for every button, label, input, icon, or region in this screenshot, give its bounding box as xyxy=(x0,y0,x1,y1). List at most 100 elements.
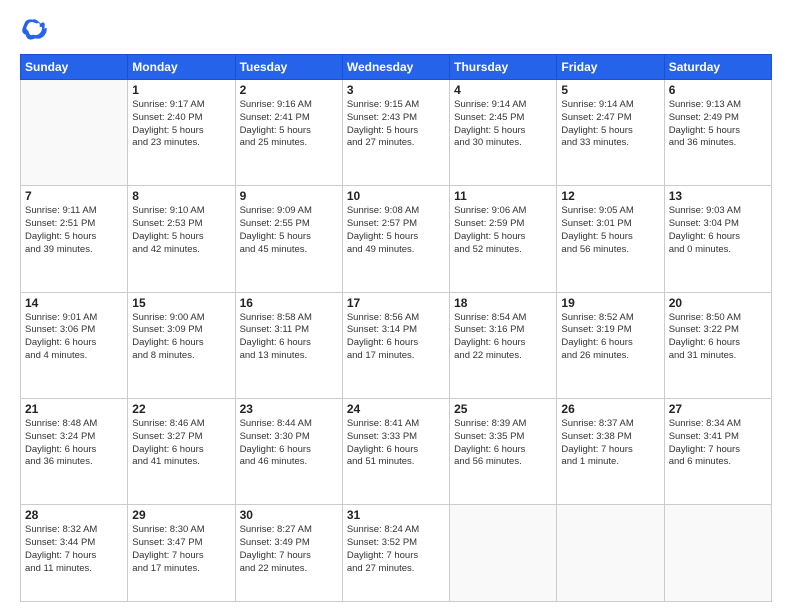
calendar-cell: 25 Sunrise: 8:39 AM Sunset: 3:35 PM Dayli… xyxy=(450,398,557,504)
calendar-cell: 13 Sunrise: 9:03 AM Sunset: 3:04 PM Dayli… xyxy=(664,186,771,292)
day-number: 23 xyxy=(240,402,338,416)
day-number: 13 xyxy=(669,189,767,203)
day-number: 16 xyxy=(240,296,338,310)
header-row: SundayMondayTuesdayWednesdayThursdayFrid… xyxy=(21,55,772,80)
calendar-cell: 23 Sunrise: 8:44 AM Sunset: 3:30 PM Dayli… xyxy=(235,398,342,504)
day-number: 28 xyxy=(25,508,123,522)
calendar-cell: 19 Sunrise: 8:52 AM Sunset: 3:19 PM Dayli… xyxy=(557,292,664,398)
day-number: 24 xyxy=(347,402,445,416)
day-number: 11 xyxy=(454,189,552,203)
calendar-cell xyxy=(557,505,664,602)
calendar-cell: 9 Sunrise: 9:09 AM Sunset: 2:55 PM Daylig… xyxy=(235,186,342,292)
day-header-monday: Monday xyxy=(128,55,235,80)
day-number: 17 xyxy=(347,296,445,310)
calendar-cell: 12Sunrise: 9:05 AM Sunset: 3:01 PM Dayli… xyxy=(557,186,664,292)
calendar-cell: 21 Sunrise: 8:48 AM Sunset: 3:24 PM Dayli… xyxy=(21,398,128,504)
calendar-cell: 27 Sunrise: 8:34 AM Sunset: 3:41 PM Dayli… xyxy=(664,398,771,504)
calendar-cell: 28 Sunrise: 8:32 AM Sunset: 3:44 PM Dayli… xyxy=(21,505,128,602)
day-info: Sunrise: 9:10 AM Sunset: 2:53 PM Dayligh… xyxy=(132,205,230,256)
calendar-cell: 7 Sunrise: 9:11 AM Sunset: 2:51 PM Daylig… xyxy=(21,186,128,292)
day-info: Sunrise: 8:44 AM Sunset: 3:30 PM Dayligh… xyxy=(240,418,338,469)
calendar-cell xyxy=(21,80,128,186)
day-info: Sunrise: 8:39 AM Sunset: 3:35 PM Dayligh… xyxy=(454,418,552,469)
logo-icon xyxy=(20,16,48,44)
day-header-sunday: Sunday xyxy=(21,55,128,80)
day-number: 1 xyxy=(132,83,230,97)
week-row-5: 28 Sunrise: 8:32 AM Sunset: 3:44 PM Dayli… xyxy=(21,505,772,602)
calendar-cell: 3Sunrise: 9:15 AM Sunset: 2:43 PM Daylig… xyxy=(342,80,449,186)
day-header-tuesday: Tuesday xyxy=(235,55,342,80)
day-number: 2 xyxy=(240,83,338,97)
week-row-1: 1 Sunrise: 9:17 AM Sunset: 2:40 PM Daylig… xyxy=(21,80,772,186)
day-info: Sunrise: 8:48 AM Sunset: 3:24 PM Dayligh… xyxy=(25,418,123,469)
day-info: Sunrise: 9:17 AM Sunset: 2:40 PM Dayligh… xyxy=(132,99,230,150)
calendar-cell: 16 Sunrise: 8:58 AM Sunset: 3:11 PM Dayli… xyxy=(235,292,342,398)
day-number: 9 xyxy=(240,189,338,203)
day-info: Sunrise: 8:24 AM Sunset: 3:52 PM Dayligh… xyxy=(347,524,445,575)
day-info: Sunrise: 9:13 AM Sunset: 2:49 PM Dayligh… xyxy=(669,99,767,150)
calendar-cell: 29Sunrise: 8:30 AM Sunset: 3:47 PM Dayli… xyxy=(128,505,235,602)
day-number: 14 xyxy=(25,296,123,310)
day-number: 6 xyxy=(669,83,767,97)
calendar-cell: 5 Sunrise: 9:14 AM Sunset: 2:47 PM Daylig… xyxy=(557,80,664,186)
day-info: Sunrise: 8:34 AM Sunset: 3:41 PM Dayligh… xyxy=(669,418,767,469)
calendar-cell xyxy=(664,505,771,602)
week-row-4: 21 Sunrise: 8:48 AM Sunset: 3:24 PM Dayli… xyxy=(21,398,772,504)
day-header-thursday: Thursday xyxy=(450,55,557,80)
day-number: 10 xyxy=(347,189,445,203)
calendar-cell: 31 Sunrise: 8:24 AM Sunset: 3:52 PM Dayli… xyxy=(342,505,449,602)
day-number: 27 xyxy=(669,402,767,416)
day-info: Sunrise: 9:14 AM Sunset: 2:47 PM Dayligh… xyxy=(561,99,659,150)
day-number: 5 xyxy=(561,83,659,97)
calendar-cell: 24 Sunrise: 8:41 AM Sunset: 3:33 PM Dayli… xyxy=(342,398,449,504)
day-number: 25 xyxy=(454,402,552,416)
calendar-cell: 30 Sunrise: 8:27 AM Sunset: 3:49 PM Dayli… xyxy=(235,505,342,602)
calendar-cell: 26 Sunrise: 8:37 AM Sunset: 3:38 PM Dayli… xyxy=(557,398,664,504)
day-info: Sunrise: 8:54 AM Sunset: 3:16 PM Dayligh… xyxy=(454,312,552,363)
calendar-cell: 8 Sunrise: 9:10 AM Sunset: 2:53 PM Daylig… xyxy=(128,186,235,292)
day-info: Sunrise: 8:58 AM Sunset: 3:11 PM Dayligh… xyxy=(240,312,338,363)
calendar-cell: 4Sunrise: 9:14 AM Sunset: 2:45 PM Daylig… xyxy=(450,80,557,186)
day-number: 7 xyxy=(25,189,123,203)
day-info: Sunrise: 8:37 AM Sunset: 3:38 PM Dayligh… xyxy=(561,418,659,469)
header xyxy=(20,16,772,44)
day-number: 19 xyxy=(561,296,659,310)
logo xyxy=(20,16,52,44)
calendar-cell: 18 Sunrise: 8:54 AM Sunset: 3:16 PM Dayli… xyxy=(450,292,557,398)
day-number: 20 xyxy=(669,296,767,310)
day-info: Sunrise: 8:32 AM Sunset: 3:44 PM Dayligh… xyxy=(25,524,123,575)
day-number: 31 xyxy=(347,508,445,522)
day-info: Sunrise: 9:08 AM Sunset: 2:57 PM Dayligh… xyxy=(347,205,445,256)
day-info: Sunrise: 9:06 AM Sunset: 2:59 PM Dayligh… xyxy=(454,205,552,256)
day-number: 21 xyxy=(25,402,123,416)
day-info: Sunrise: 9:11 AM Sunset: 2:51 PM Dayligh… xyxy=(25,205,123,256)
day-header-friday: Friday xyxy=(557,55,664,80)
day-info: Sunrise: 9:14 AM Sunset: 2:45 PM Dayligh… xyxy=(454,99,552,150)
day-number: 30 xyxy=(240,508,338,522)
calendar-cell: 11 Sunrise: 9:06 AM Sunset: 2:59 PM Dayli… xyxy=(450,186,557,292)
week-row-3: 14 Sunrise: 9:01 AM Sunset: 3:06 PM Dayli… xyxy=(21,292,772,398)
day-info: Sunrise: 9:15 AM Sunset: 2:43 PM Dayligh… xyxy=(347,99,445,150)
day-info: Sunrise: 9:03 AM Sunset: 3:04 PM Dayligh… xyxy=(669,205,767,256)
calendar-table: SundayMondayTuesdayWednesdayThursdayFrid… xyxy=(20,54,772,602)
calendar-cell: 14 Sunrise: 9:01 AM Sunset: 3:06 PM Dayli… xyxy=(21,292,128,398)
calendar-cell: 15 Sunrise: 9:00 AM Sunset: 3:09 PM Dayli… xyxy=(128,292,235,398)
week-row-2: 7 Sunrise: 9:11 AM Sunset: 2:51 PM Daylig… xyxy=(21,186,772,292)
day-header-saturday: Saturday xyxy=(664,55,771,80)
day-number: 8 xyxy=(132,189,230,203)
day-info: Sunrise: 9:01 AM Sunset: 3:06 PM Dayligh… xyxy=(25,312,123,363)
day-info: Sunrise: 9:00 AM Sunset: 3:09 PM Dayligh… xyxy=(132,312,230,363)
day-number: 26 xyxy=(561,402,659,416)
day-info: Sunrise: 8:30 AM Sunset: 3:47 PM Dayligh… xyxy=(132,524,230,575)
calendar-cell: 2Sunrise: 9:16 AM Sunset: 2:41 PM Daylig… xyxy=(235,80,342,186)
calendar-cell xyxy=(450,505,557,602)
day-number: 12 xyxy=(561,189,659,203)
calendar-cell: 20Sunrise: 8:50 AM Sunset: 3:22 PM Dayli… xyxy=(664,292,771,398)
day-info: Sunrise: 8:27 AM Sunset: 3:49 PM Dayligh… xyxy=(240,524,338,575)
day-number: 15 xyxy=(132,296,230,310)
day-info: Sunrise: 9:09 AM Sunset: 2:55 PM Dayligh… xyxy=(240,205,338,256)
day-info: Sunrise: 8:52 AM Sunset: 3:19 PM Dayligh… xyxy=(561,312,659,363)
day-info: Sunrise: 8:41 AM Sunset: 3:33 PM Dayligh… xyxy=(347,418,445,469)
day-number: 18 xyxy=(454,296,552,310)
calendar-cell: 22Sunrise: 8:46 AM Sunset: 3:27 PM Dayli… xyxy=(128,398,235,504)
